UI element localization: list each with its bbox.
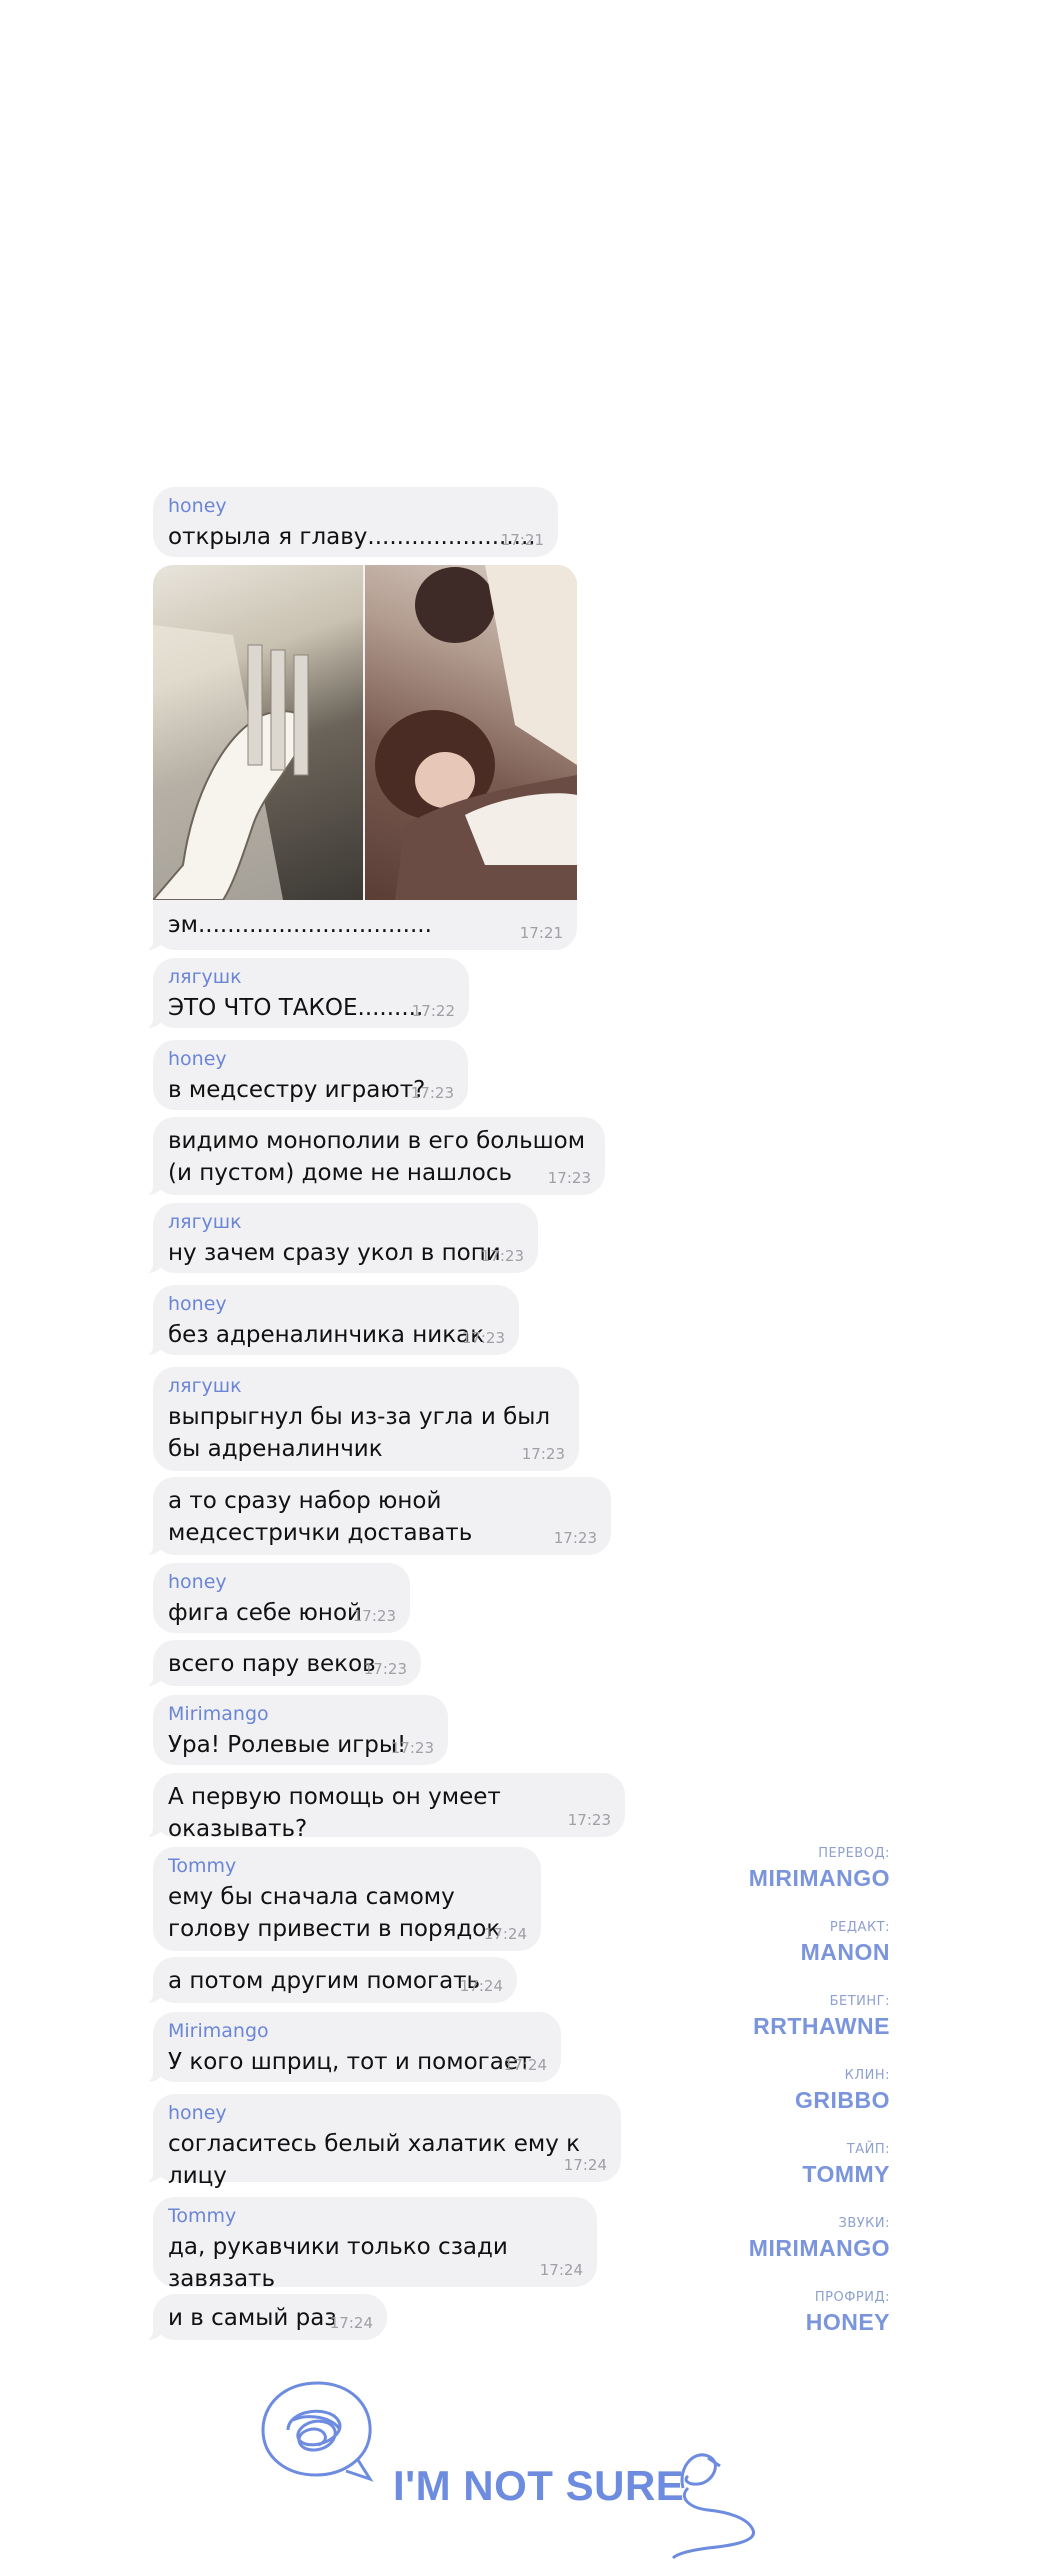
credit-role: ПРОФРИД: (814, 2290, 890, 2305)
message-sender: лягушк (168, 1211, 242, 1233)
credit-role: КЛИН: (844, 2068, 890, 2083)
message-time: 17:24 (563, 2156, 607, 2174)
message-sender: Tommy (168, 1855, 237, 1877)
credit-editing: РЕДАКТ: MANON (749, 1920, 890, 1994)
message-time: 17:23 (390, 1739, 434, 1757)
message-bubble: эм................................ 17:21 (141, 565, 577, 951)
message-bubble: honey фига себе юной 17:23 (153, 1563, 410, 1633)
credit-name: TOMMY (802, 2161, 890, 2187)
message-sender: Mirimango (168, 1703, 269, 1725)
message-text: согласитесь белый халатик ему к лицу (168, 2131, 581, 2189)
message-time: 17:21 (500, 531, 544, 549)
credit-role: ПЕРЕВОД: (818, 1846, 890, 1861)
credit-translation: ПЕРЕВОД: MIRIMANGO (749, 1846, 890, 1920)
squiggle-icon (668, 2428, 778, 2564)
message-photo[interactable] (153, 565, 577, 900)
message-sender: лягушк (168, 966, 242, 988)
message-time: 17:23 (553, 1529, 597, 1547)
credits-list: ПЕРЕВОД: MIRIMANGO РЕДАКТ: MANON БЕТИНГ:… (749, 1846, 890, 2364)
credit-name: MIRIMANGO (748, 2235, 890, 2261)
message-time: 17:24 (539, 2261, 583, 2279)
credit-name: HONEY (805, 2309, 890, 2335)
message-sender: Tommy (168, 2205, 237, 2227)
message-bubble: видимо монополии в его большом (и пустом… (141, 1117, 605, 1196)
footer-brand: I'M NOT SURE (393, 2462, 685, 2509)
message-text: всего пару веков (168, 1651, 376, 1677)
message-bubble: Tommy да, рукавчики только сзади завязат… (153, 2197, 597, 2292)
message-time: 17:23 (567, 1811, 611, 1829)
message-bubble: Mirimango У кого шприц, тот и помогает 1… (141, 2012, 561, 2083)
message-text: А первую помощь он умеет оказывать? (168, 1784, 501, 1842)
message-time: 17:24 (459, 1977, 503, 1995)
message-text: выпрыгнул бы из-за угла и был бы адренал… (168, 1404, 551, 1462)
message-bubble: honey в медсестру играют? 17:23 (153, 1040, 468, 1110)
message-sender: honey (168, 2102, 227, 2124)
message-time: 17:23 (410, 1084, 454, 1102)
message-time: 17:21 (519, 924, 563, 942)
message-sender: honey (168, 495, 227, 517)
message-bubble: honey без адреналинчика никак 17:23 (141, 1285, 519, 1356)
message-bubble: Mirimango Ура! Ролевые игры! 17:23 (153, 1695, 448, 1765)
message-time: 17:23 (547, 1169, 591, 1187)
message-text: в медсестру играют? (168, 1077, 426, 1103)
message-text: ЭТО ЧТО ТАКОЕ......... (168, 995, 424, 1021)
message-bubble: а то сразу набор юной медсестрички доста… (141, 1477, 611, 1556)
message-bubble: и в самый раз 17:24 (141, 2294, 387, 2341)
message-text: открыла я главу....................... (168, 524, 536, 550)
message-text: У кого шприц, тот и помогает (168, 2049, 532, 2075)
message-bubble: лягушк выпрыгнул бы из-за угла и был бы … (153, 1367, 579, 1471)
message-text: фига себе юной (168, 1600, 362, 1626)
message-time: 17:23 (521, 1445, 565, 1463)
credit-role: ЗВУКИ: (838, 2216, 890, 2231)
message-text: ему бы сначала самому голову привести в … (168, 1884, 501, 1942)
message-time: 17:23 (461, 1329, 505, 1347)
photo-panel-hand (153, 565, 363, 900)
message-text: а потом другим помогать (168, 1968, 481, 1994)
scribble-circle-logo-icon (258, 2375, 388, 2489)
credit-name: MIRIMANGO (748, 1865, 890, 1891)
credit-proofread: ПРОФРИД: HONEY (749, 2290, 890, 2364)
message-text: ну зачем сразу укол в попи (168, 1240, 501, 1266)
credit-sfx: ЗВУКИ: MIRIMANGO (749, 2216, 890, 2290)
credit-name: MANON (800, 1939, 890, 1965)
message-text: видимо монополии в его большом (и пустом… (168, 1128, 586, 1186)
message-sender: Mirimango (168, 2020, 269, 2042)
message-time: 17:24 (483, 1925, 527, 1943)
message-bubble: а потом другим помогать 17:24 (141, 1957, 517, 2004)
message-sender: лягушк (168, 1375, 242, 1397)
message-bubble: honey открыла я главу...................… (153, 487, 558, 557)
credit-name: RRTHAWNE (753, 2013, 890, 2039)
message-bubble: А первую помощь он умеет оказывать? 17:2… (141, 1773, 625, 1842)
credit-role: ТАЙП: (846, 2142, 890, 2157)
credit-name: GRIBBO (795, 2087, 890, 2113)
credit-role: РЕДАКТ: (829, 1920, 890, 1935)
message-text: эм................................ (168, 912, 432, 938)
message-sender: honey (168, 1048, 227, 1070)
photo-panel-characters (365, 565, 577, 900)
message-text: без адреналинчика никак (168, 1322, 485, 1348)
message-time: 17:24 (503, 2056, 547, 2074)
message-text: и в самый раз (168, 2305, 337, 2331)
credit-role: БЕТИНГ: (829, 1994, 890, 2009)
message-text: Ура! Ролевые игры! (168, 1732, 407, 1758)
message-sender: honey (168, 1571, 227, 1593)
message-bubble: Tommy ему бы сначала самому голову приве… (153, 1847, 541, 1951)
message-time: 17:24 (329, 2314, 373, 2332)
credit-typeset: ТАЙП: TOMMY (749, 2142, 890, 2216)
credit-clean: КЛИН: GRIBBO (749, 2068, 890, 2142)
message-bubble: honey согласитесь белый халатик ему к ли… (141, 2094, 621, 2189)
message-text: а то сразу набор юной медсестрички доста… (168, 1488, 473, 1546)
credit-beta: БЕТИНГ: RRTHAWNE (749, 1994, 890, 2068)
message-time: 17:23 (363, 1660, 407, 1678)
message-time: 17:23 (352, 1607, 396, 1625)
message-bubble: лягушк ну зачем сразу укол в попи 17:23 (141, 1203, 538, 1274)
message-sender: honey (168, 1293, 227, 1315)
message-bubble: лягушк ЭТО ЧТО ТАКОЕ......... 17:22 (141, 958, 469, 1029)
message-time: 17:23 (480, 1247, 524, 1265)
message-bubble: всего пару веков 17:23 (141, 1640, 421, 1687)
message-time: 17:22 (411, 1002, 455, 1020)
message-text: да, рукавчики только сзади завязать (168, 2234, 508, 2292)
